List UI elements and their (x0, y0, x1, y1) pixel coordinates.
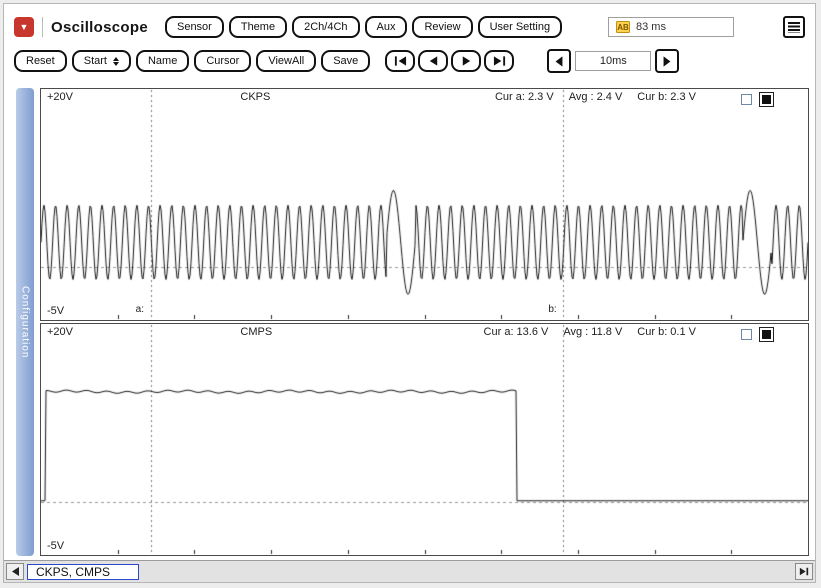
step-forward-icon (460, 56, 473, 66)
right-arrow-end-icon (799, 567, 809, 576)
toolbar-second: Reset Start Name Cursor ViewAll Save 10m… (14, 48, 805, 74)
ckps-readouts: Cur a: 2.3 V Avg : 2.4 V Cur b: 2.3 V (495, 91, 696, 103)
aux-button[interactable]: Aux (365, 16, 408, 38)
transport-controls (385, 50, 514, 72)
cmps-readouts: Cur a: 13.6 V Avg : 11.8 V Cur b: 0.1 V (484, 326, 696, 338)
start-button[interactable]: Start (72, 50, 131, 72)
cursor-button[interactable]: Cursor (194, 50, 251, 72)
svg-text:AB: AB (617, 23, 629, 32)
left-arrow-icon (10, 567, 20, 576)
menu-icon (788, 22, 800, 33)
horizontal-scrollbar[interactable] (142, 564, 792, 580)
main-area: Configuration +20V CKPS Cur a: 2.3 V Avg… (8, 88, 811, 556)
channel-panel-cmps: +20V CMPS Cur a: 13.6 V Avg : 11.8 V Cur… (40, 323, 809, 556)
ckps-vtop-label: +20V (47, 91, 73, 103)
cmps-vbottom-label: -5V (47, 540, 64, 552)
toolbar-top: ▼ Oscilloscope Sensor Theme 2Ch/4Ch Aux … (14, 14, 805, 40)
ckps-avg-readout: Avg : 2.4 V (569, 91, 623, 103)
ckps-visibility-checkbox[interactable] (741, 94, 752, 105)
cmps-color-button[interactable] (759, 327, 774, 342)
ckps-cursor-a-readout: Cur a: 2.3 V (495, 91, 554, 103)
step-back-icon (427, 56, 440, 66)
title-divider (42, 17, 43, 37)
scroll-right-button[interactable] (795, 563, 813, 580)
cmps-color-swatch-icon (762, 330, 771, 339)
right-arrow-icon (661, 55, 673, 68)
ckps-cursor-b-readout: Cur b: 2.3 V (637, 91, 696, 103)
status-bar: CKPS, CMPS (4, 560, 815, 582)
channel-panels: +20V CKPS Cur a: 2.3 V Avg : 2.4 V Cur b… (40, 88, 809, 556)
reset-button[interactable]: Reset (14, 50, 67, 72)
skip-end-icon (493, 56, 506, 66)
cmps-cursor-b-readout: Cur b: 0.1 V (637, 326, 696, 338)
configuration-label: Configuration (20, 286, 31, 358)
ckps-channel-controls (741, 92, 774, 107)
step-forward-button[interactable] (451, 50, 481, 72)
viewall-button[interactable]: ViewAll (256, 50, 316, 72)
ckps-vbottom-label: -5V (47, 305, 64, 317)
user-setting-button[interactable]: User Setting (478, 16, 563, 38)
ckps-waveform-canvas[interactable] (41, 89, 808, 320)
cursor-ab-time-value: 83 ms (636, 21, 666, 33)
skip-start-button[interactable] (385, 50, 415, 72)
active-channels-label: CKPS, CMPS (27, 564, 139, 580)
left-arrow-icon (553, 55, 565, 68)
app-icon-arrow-icon: ▼ (20, 23, 29, 32)
app-icon[interactable]: ▼ (14, 17, 34, 37)
cmps-visibility-checkbox[interactable] (741, 329, 752, 340)
start-button-label: Start (84, 55, 107, 67)
cmps-cursor-a-readout: Cur a: 13.6 V (484, 326, 549, 338)
timebase-control: 10ms (547, 49, 679, 73)
cmps-waveform-canvas[interactable] (41, 324, 808, 555)
name-button[interactable]: Name (136, 50, 189, 72)
cmps-name-label: CMPS (240, 326, 272, 338)
cursor-ab-icon: AB (616, 20, 630, 34)
ckps-name-label: CKPS (240, 91, 270, 103)
theme-button[interactable]: Theme (229, 16, 287, 38)
configuration-tab[interactable]: Configuration (16, 88, 34, 556)
skip-start-icon (394, 56, 407, 66)
oscilloscope-window: ▼ Oscilloscope Sensor Theme 2Ch/4Ch Aux … (3, 3, 816, 583)
timebase-decrease-button[interactable] (547, 49, 571, 73)
cmps-vtop-label: +20V (47, 326, 73, 338)
cmps-avg-readout: Avg : 11.8 V (563, 326, 622, 338)
review-button[interactable]: Review (412, 16, 472, 38)
start-spinner-icon (113, 57, 119, 66)
timebase-value[interactable]: 10ms (575, 51, 651, 71)
cursor-b-label[interactable]: b: (548, 304, 556, 315)
timebase-increase-button[interactable] (655, 49, 679, 73)
cmps-channel-controls (741, 327, 774, 342)
step-back-button[interactable] (418, 50, 448, 72)
save-button[interactable]: Save (321, 50, 370, 72)
ckps-color-swatch-icon (762, 95, 771, 104)
cursor-ab-time-readout: AB 83 ms (608, 17, 734, 37)
skip-end-button[interactable] (484, 50, 514, 72)
channel-panel-ckps: +20V CKPS Cur a: 2.3 V Avg : 2.4 V Cur b… (40, 88, 809, 321)
menu-button[interactable] (783, 16, 805, 38)
app-title: Oscilloscope (51, 19, 148, 36)
ckps-color-button[interactable] (759, 92, 774, 107)
channel-mode-button[interactable]: 2Ch/4Ch (292, 16, 359, 38)
cursor-a-label[interactable]: a: (136, 304, 144, 315)
sensor-button[interactable]: Sensor (165, 16, 224, 38)
scroll-left-button[interactable] (6, 563, 24, 580)
